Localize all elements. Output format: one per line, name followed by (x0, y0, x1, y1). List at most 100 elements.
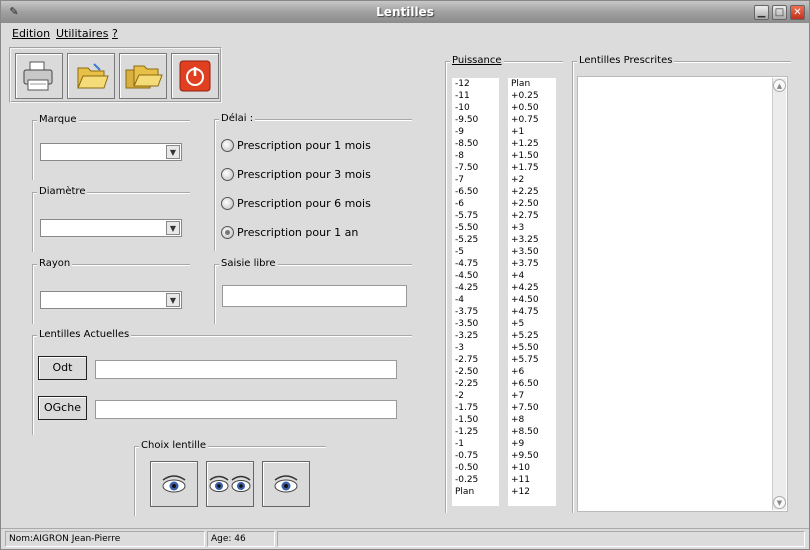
list-item[interactable]: -7.50 (452, 162, 499, 174)
list-item[interactable]: +1.25 (508, 138, 556, 150)
list-item[interactable]: +0.25 (508, 90, 556, 102)
list-item[interactable]: +7.50 (508, 402, 556, 414)
prescrites-list[interactable]: ▲ ▼ (577, 76, 788, 512)
list-item[interactable]: -8.50 (452, 138, 499, 150)
vertical-scrollbar[interactable]: ▲ ▼ (772, 78, 786, 510)
menu-help[interactable]: ? (112, 27, 118, 40)
list-item[interactable]: +6.50 (508, 378, 556, 390)
chevron-down-icon[interactable]: ▼ (166, 221, 180, 235)
list-item[interactable]: -1.75 (452, 402, 499, 414)
list-item[interactable]: +2.75 (508, 210, 556, 222)
list-item[interactable]: +1.75 (508, 162, 556, 174)
chevron-down-icon[interactable]: ▼ (166, 145, 180, 159)
list-item[interactable]: +2.25 (508, 186, 556, 198)
list-item[interactable]: +8 (508, 414, 556, 426)
list-item[interactable]: -5 (452, 246, 499, 258)
radio-button[interactable] (221, 168, 234, 181)
menu-utilitaires[interactable]: Utilitaires (56, 27, 108, 40)
list-item[interactable]: -4 (452, 294, 499, 306)
list-item[interactable]: +8.50 (508, 426, 556, 438)
scroll-up-icon[interactable]: ▲ (773, 79, 786, 92)
list-item[interactable]: -3 (452, 342, 499, 354)
list-item[interactable]: +4.25 (508, 282, 556, 294)
open-multiple-button[interactable] (119, 53, 167, 99)
list-item[interactable]: +6 (508, 366, 556, 378)
marque-combo[interactable]: ▼ (40, 143, 182, 161)
list-item[interactable]: +4 (508, 270, 556, 282)
list-item[interactable]: +0.75 (508, 114, 556, 126)
list-item[interactable]: +5.75 (508, 354, 556, 366)
list-item[interactable]: -6 (452, 198, 499, 210)
list-item[interactable]: -7 (452, 174, 499, 186)
list-item[interactable]: -3.50 (452, 318, 499, 330)
list-item[interactable]: Plan (452, 486, 499, 498)
list-item[interactable]: +3 (508, 222, 556, 234)
left-eye-button[interactable] (262, 461, 310, 507)
list-item[interactable]: -0.50 (452, 462, 499, 474)
maximize-button[interactable]: □ (772, 5, 787, 20)
list-item[interactable]: +7 (508, 390, 556, 402)
list-item[interactable]: -3.25 (452, 330, 499, 342)
minimize-button[interactable]: ▁ (754, 5, 769, 20)
list-item[interactable]: -3.75 (452, 306, 499, 318)
list-item[interactable]: -4.50 (452, 270, 499, 282)
list-item[interactable]: +5 (508, 318, 556, 330)
list-item[interactable]: +2.50 (508, 198, 556, 210)
radio-button[interactable] (221, 139, 234, 152)
list-item[interactable]: +12 (508, 486, 556, 498)
chevron-down-icon[interactable]: ▼ (166, 293, 180, 307)
list-item[interactable]: -12 (452, 78, 499, 90)
list-item[interactable]: +0.50 (508, 102, 556, 114)
list-item[interactable]: +10 (508, 462, 556, 474)
ogche-input[interactable] (95, 400, 397, 419)
ogche-button[interactable]: OGche (38, 396, 87, 420)
list-item[interactable]: +3.75 (508, 258, 556, 270)
list-item[interactable]: -2.50 (452, 366, 499, 378)
both-eyes-button[interactable] (206, 461, 254, 507)
radio-button-checked[interactable] (221, 226, 234, 239)
list-item[interactable]: +3.25 (508, 234, 556, 246)
list-item[interactable]: +3.50 (508, 246, 556, 258)
exit-button[interactable] (171, 53, 219, 99)
list-item[interactable]: -5.50 (452, 222, 499, 234)
list-item[interactable]: -10 (452, 102, 499, 114)
close-button[interactable]: ✕ (790, 5, 805, 20)
rayon-combo[interactable]: ▼ (40, 291, 182, 309)
list-item[interactable]: -2.25 (452, 378, 499, 390)
list-item[interactable]: +1.50 (508, 150, 556, 162)
list-item[interactable]: +4.75 (508, 306, 556, 318)
list-item[interactable]: +9.50 (508, 450, 556, 462)
list-item[interactable]: -0.75 (452, 450, 499, 462)
list-item[interactable]: -9.50 (452, 114, 499, 126)
list-item[interactable]: -4.75 (452, 258, 499, 270)
list-item[interactable]: -2.75 (452, 354, 499, 366)
list-item[interactable]: +2 (508, 174, 556, 186)
list-item[interactable]: +5.25 (508, 330, 556, 342)
puissance-minus-list[interactable]: -12 -11 -10 -9.50 -9 -8.50 -8 -7.50 -7 -6.50 -6 -5.… (452, 78, 499, 506)
list-item[interactable]: -6.50 (452, 186, 499, 198)
list-item[interactable]: -9 (452, 126, 499, 138)
list-item[interactable]: -11 (452, 90, 499, 102)
list-item[interactable]: -1.50 (452, 414, 499, 426)
list-item[interactable]: +11 (508, 474, 556, 486)
odt-button[interactable]: Odt (38, 356, 87, 380)
list-item[interactable]: Plan (508, 78, 556, 90)
right-eye-button[interactable] (150, 461, 198, 507)
list-item[interactable]: +4.50 (508, 294, 556, 306)
list-item[interactable]: -0.25 (452, 474, 499, 486)
list-item[interactable]: +1 (508, 126, 556, 138)
list-item[interactable]: -2 (452, 390, 499, 402)
list-item[interactable]: -8 (452, 150, 499, 162)
list-item[interactable]: +5.50 (508, 342, 556, 354)
puissance-plus-list[interactable]: Plan +0.25 +0.50 +0.75 +1 +1.25 +1.50 +1.75 +2 +2… (508, 78, 556, 506)
radio-button[interactable] (221, 197, 234, 210)
list-item[interactable]: -1.25 (452, 426, 499, 438)
list-item[interactable]: -5.25 (452, 234, 499, 246)
menu-edition[interactable]: Edition (12, 27, 50, 40)
diametre-combo[interactable]: ▼ (40, 219, 182, 237)
list-item[interactable]: -5.75 (452, 210, 499, 222)
saisie-input[interactable] (222, 285, 407, 307)
list-item[interactable]: +9 (508, 438, 556, 450)
list-item[interactable]: -1 (452, 438, 499, 450)
list-item[interactable]: -4.25 (452, 282, 499, 294)
